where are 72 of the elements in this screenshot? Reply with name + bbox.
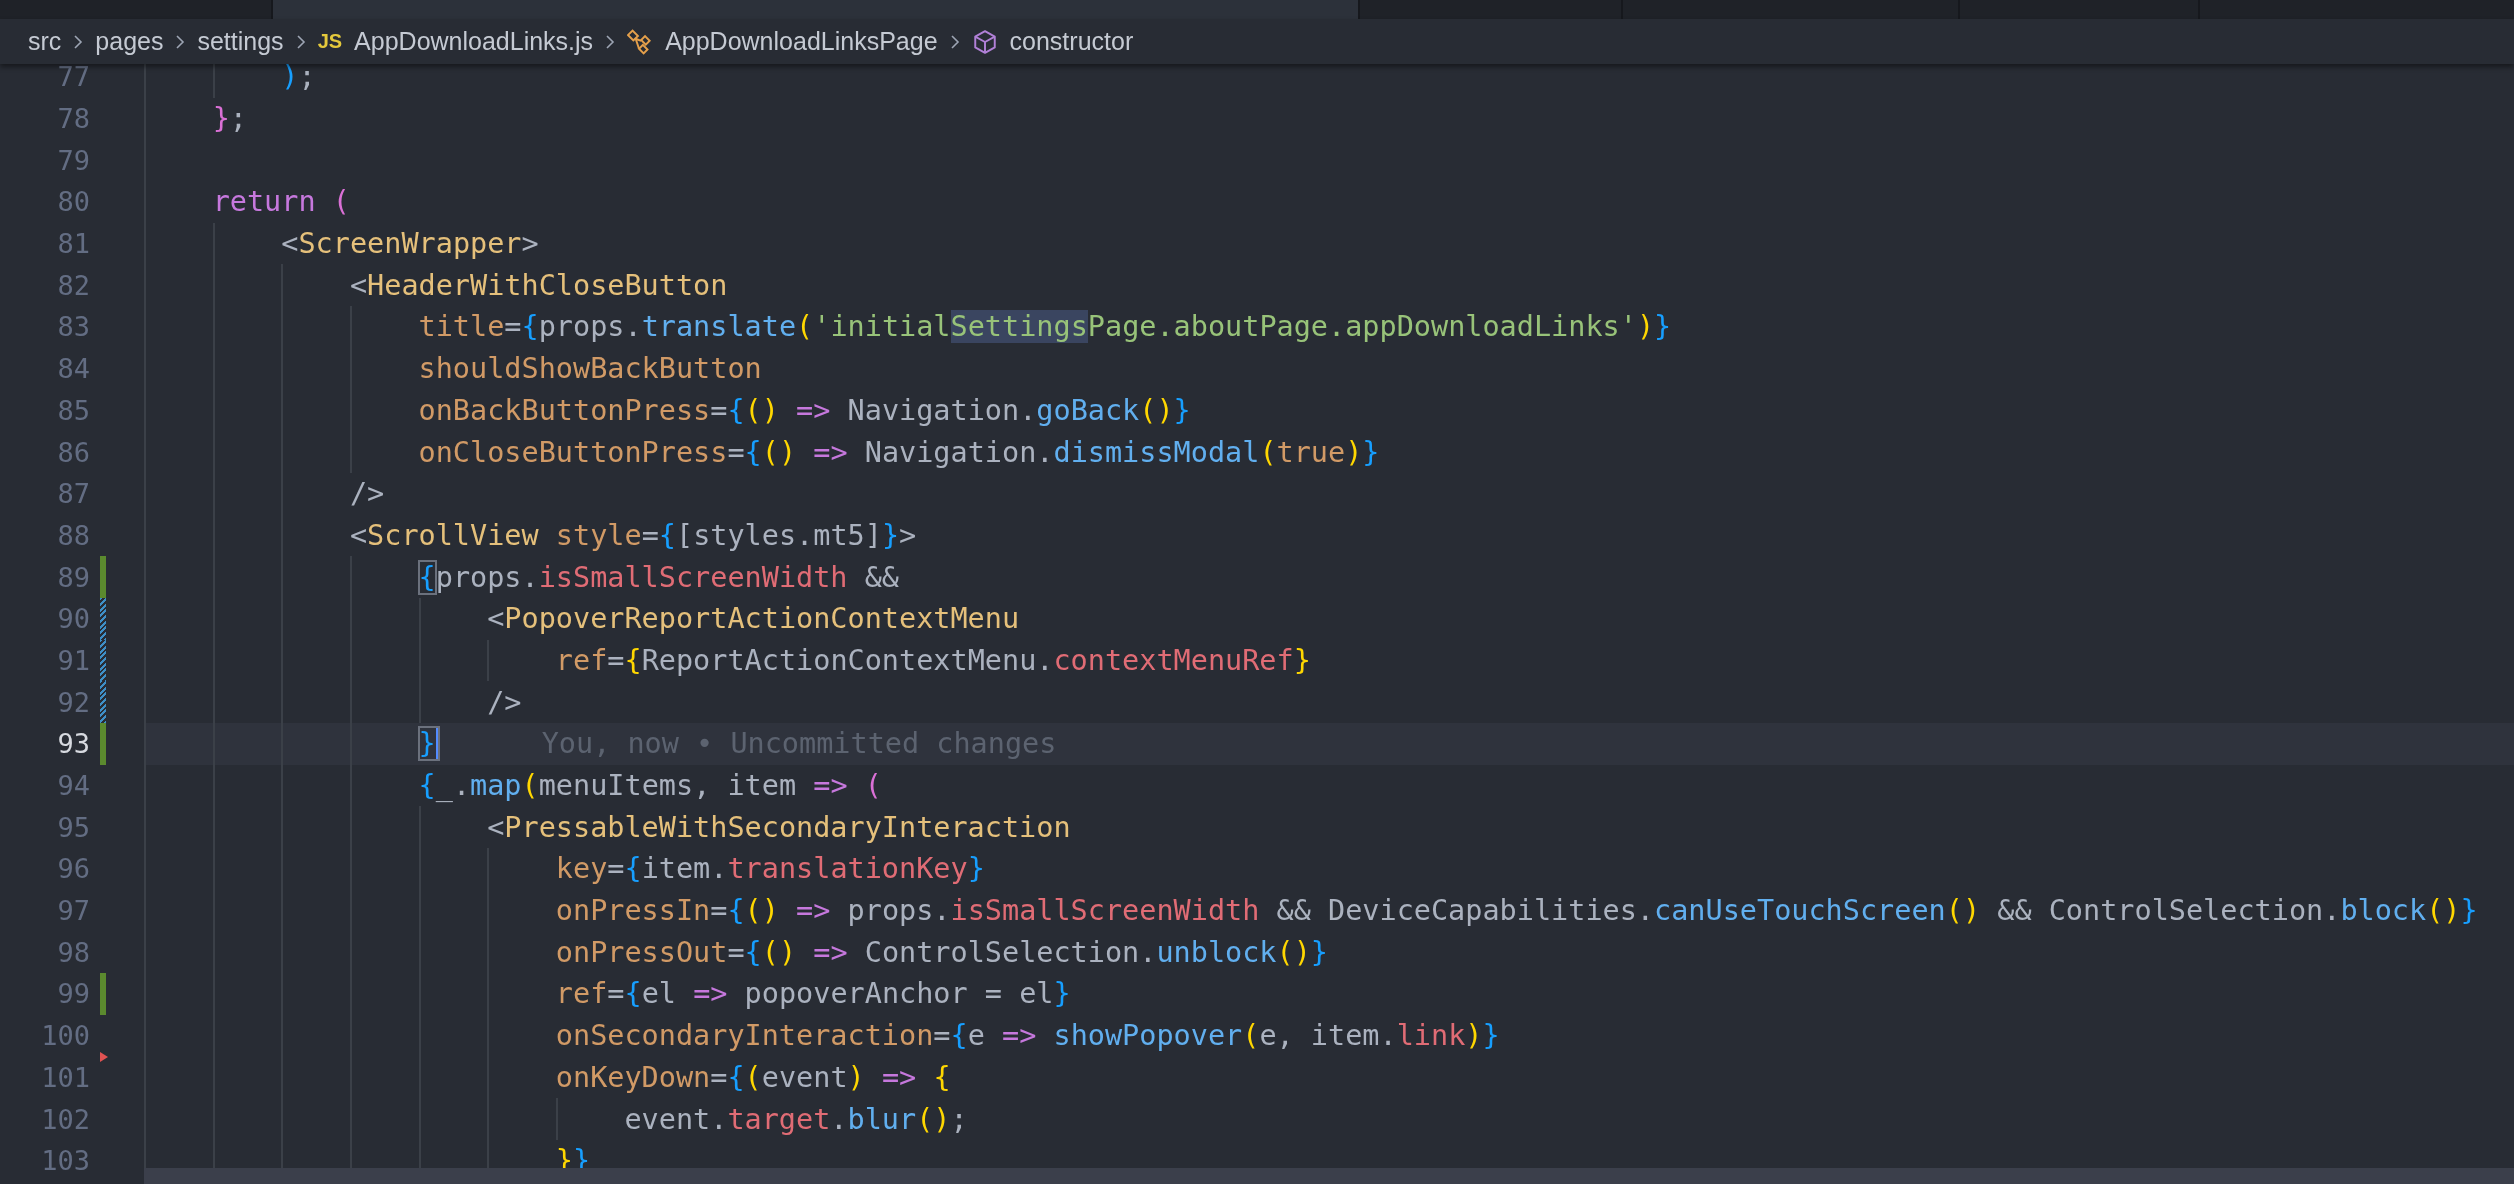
code-line: <ScrollView style={[styles.mt5]}>	[349, 518, 917, 552]
code-line: <PopoverReportActionContextMenu	[487, 602, 1020, 636]
file-type-label: JS	[317, 30, 343, 53]
breadcrumb-item[interactable]: src	[28, 27, 62, 56]
line-number: 80	[56, 186, 90, 218]
code-line: {props.isSmallScreenWidth &&	[418, 560, 899, 594]
line-number: 82	[56, 269, 90, 301]
tab[interactable]	[2200, 0, 2514, 19]
breadcrumb-item[interactable]: constructor	[1009, 27, 1134, 56]
line-number: 90	[56, 603, 90, 635]
code-line: title={props.translate('initialSettingsPage.aboutPage.appDownloadLinks')}	[418, 310, 1672, 344]
code-line: onBackButtonPress={() => Navigation.goBack()}	[418, 393, 1191, 427]
code-line: };	[212, 102, 247, 136]
cube-icon	[971, 28, 998, 55]
line-number: 81	[56, 228, 90, 260]
code-line: return (	[212, 185, 350, 219]
code-line: onPressIn={() => props.isSmallScreenWidth && DeviceCapabilities.canUseTouchScreen() && ControlSelection.block()}	[555, 894, 2478, 928]
code-line: ref={ReportActionContextMenu.contextMenuRef}	[555, 643, 1311, 677]
chevron-icon	[949, 32, 960, 51]
line-number: 85	[56, 394, 90, 426]
code-line: <HeaderWithCloseButton	[349, 268, 728, 302]
breadcrumb-item[interactable]: pages	[95, 27, 164, 56]
line-number: 84	[56, 353, 90, 385]
line-number: 95	[56, 811, 90, 843]
breadcrumb-item[interactable]: AppDownloadLinksPage	[665, 27, 938, 56]
line-number: 94	[56, 770, 90, 802]
chevron-icon	[73, 32, 84, 51]
line-number: 103	[40, 1145, 90, 1177]
line-number: 97	[56, 895, 90, 927]
code-line: onPressOut={() => ControlSelection.unblock()}	[555, 935, 1329, 969]
chevron-icon	[175, 32, 186, 51]
line-number: 101	[40, 1061, 90, 1093]
code-line: />	[487, 685, 522, 719]
line-number: 100	[40, 1020, 90, 1052]
line-number: 99	[56, 978, 90, 1010]
code-line: event.target.blur();	[624, 1102, 968, 1136]
line-number: 83	[56, 311, 90, 343]
line-number: 89	[56, 561, 90, 593]
breadcrumb-item[interactable]: settings	[197, 27, 284, 56]
tab[interactable]	[0, 0, 271, 19]
tab[interactable]	[273, 0, 1358, 19]
code-line: onKeyDown={(event) => {	[555, 1060, 951, 1094]
line-number: 86	[56, 436, 90, 468]
code-line: onSecondaryInteraction={e => showPopover(e, item.link)}	[555, 1019, 1500, 1053]
tab[interactable]	[1623, 0, 1958, 19]
line-number: 77	[56, 64, 90, 93]
code-line: <PressableWithSecondaryInteraction	[487, 810, 1071, 844]
code-line: shouldShowBackButton	[418, 352, 762, 386]
code-line: {_.map(menuItems, item => (	[418, 769, 882, 803]
line-number: 91	[56, 644, 90, 676]
line-number: 98	[56, 936, 90, 968]
code-line: />	[349, 477, 385, 511]
line-number: 79	[56, 144, 90, 176]
line-number: 87	[56, 478, 90, 510]
tab[interactable]	[1960, 0, 2198, 19]
code-line: key={item.translationKey}	[555, 852, 985, 886]
code-line: onCloseButtonPress={() => Navigation.dismissModal(true)}	[418, 435, 1380, 469]
tab[interactable]	[1360, 0, 1621, 19]
class-icon	[627, 28, 654, 55]
chevron-icon	[605, 32, 616, 51]
line-number: 93	[56, 728, 90, 760]
line-number: 102	[40, 1103, 90, 1135]
line-number: 92	[56, 686, 90, 718]
code-line: }	[418, 727, 439, 761]
chevron-icon	[295, 32, 306, 51]
line-number: 96	[56, 853, 90, 885]
code-line: <ScreenWrapper>	[281, 227, 539, 261]
line-number: 88	[56, 519, 90, 551]
breadcrumb-item[interactable]: AppDownloadLinks.js	[354, 27, 594, 56]
code-line: ref={el => popoverAnchor = el}	[555, 977, 1071, 1011]
line-number: 78	[56, 103, 90, 135]
code-line: );	[281, 64, 316, 94]
